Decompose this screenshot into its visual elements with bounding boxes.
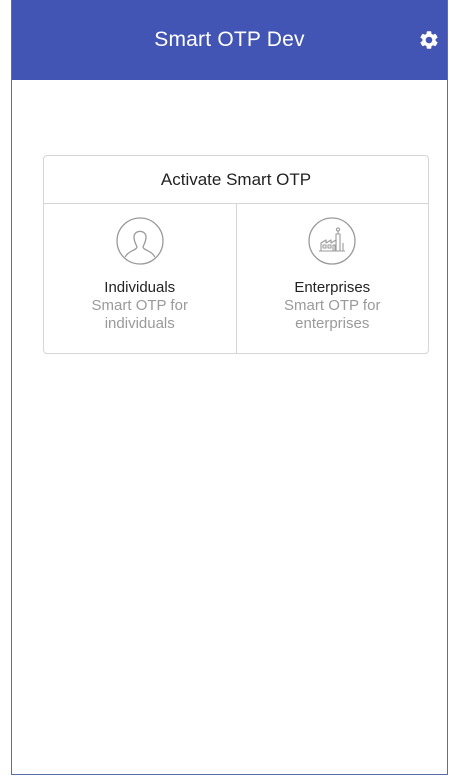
individuals-title: Individuals — [104, 279, 176, 296]
window-frame — [11, 0, 448, 775]
activate-card: Activate Smart OTP Individuals Smart OTP… — [43, 155, 429, 354]
factory-icon — [308, 217, 356, 265]
individuals-subtitle: Smart OTP for individuals — [91, 297, 188, 332]
person-icon — [116, 217, 164, 265]
enterprises-option[interactable]: Enterprises Smart OTP for enterprises — [235, 204, 429, 354]
settings-button[interactable] — [414, 25, 444, 55]
app-bar: Smart OTP Dev — [11, 0, 448, 80]
app-title: Smart OTP Dev — [154, 28, 305, 51]
gear-icon — [420, 31, 438, 49]
card-options: Individuals Smart OTP for individuals En… — [44, 204, 428, 354]
enterprises-subtitle: Smart OTP for enterprises — [284, 297, 381, 332]
enterprises-title: Enterprises — [294, 279, 371, 296]
individuals-option[interactable]: Individuals Smart OTP for individuals — [44, 204, 236, 354]
card-title: Activate Smart OTP — [44, 156, 428, 204]
app-screen: Smart OTP Dev Activate Smart OTP Individ… — [0, 0, 449, 777]
